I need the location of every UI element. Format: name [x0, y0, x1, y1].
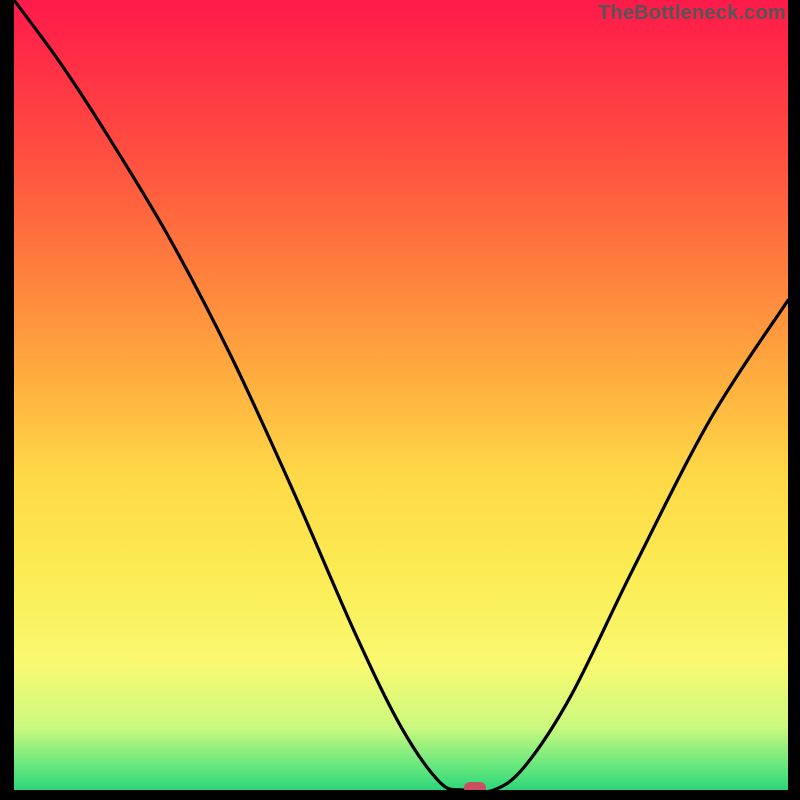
watermark-text: TheBottleneck.com [598, 2, 786, 25]
optimal-point-marker [464, 782, 486, 794]
bottleneck-curve [14, 0, 788, 790]
